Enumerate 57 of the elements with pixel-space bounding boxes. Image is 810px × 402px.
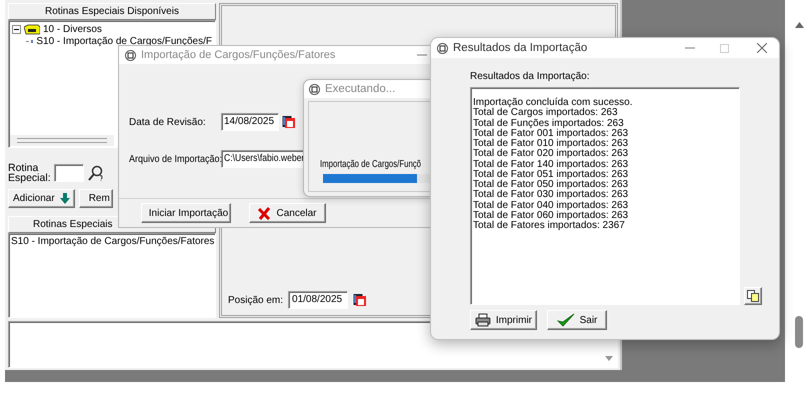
printer-icon xyxy=(475,313,491,327)
result-line: Total de Fator 020 importados: 263 xyxy=(473,149,630,160)
app-icon xyxy=(125,50,136,60)
copy-icon xyxy=(747,290,759,302)
result-line: Total de Fator 040 importados: 263 xyxy=(473,200,630,210)
add-button[interactable]: Adicionar xyxy=(8,189,75,208)
search-icon[interactable] xyxy=(88,165,104,181)
expander-icon[interactable] xyxy=(12,24,21,34)
folder-icon xyxy=(24,24,40,34)
minimize-button[interactable] xyxy=(685,45,695,51)
scroll-down-icon[interactable] xyxy=(605,356,613,361)
progress-message: Importação de Cargos/Funçõ xyxy=(320,159,422,170)
minimize-button[interactable] xyxy=(417,52,427,58)
section-label: Resultados da Importação: xyxy=(470,71,591,82)
result-line: Total de Fator 030 importados: 263 xyxy=(473,190,630,200)
result-line: Importação concluída com sucesso. xyxy=(473,98,634,108)
down-arrow-icon xyxy=(60,193,70,204)
result-line: Total de Fator 060 importados: 263 xyxy=(473,210,630,221)
app-icon xyxy=(437,42,448,54)
scroll-up-icon[interactable] xyxy=(794,22,804,28)
field-label: Rotina Especial: xyxy=(8,163,50,183)
list-item[interactable]: S10 - Importação de Cargos/Funções/Fatores xyxy=(11,236,213,247)
date-field[interactable]: 01/08/2025 xyxy=(288,291,348,309)
window-title: Importação de Cargos/Funções/Fatores xyxy=(141,49,336,61)
window-title: Executando... xyxy=(325,83,396,95)
field-label: Arquivo de Importação: xyxy=(129,154,222,164)
result-line: Total de Fator 050 importados: 263 xyxy=(473,180,630,190)
close-button[interactable] xyxy=(757,43,767,53)
calendar-icon[interactable] xyxy=(282,115,296,129)
cancel-button[interactable]: Cancelar xyxy=(249,203,326,223)
result-line: Total de Fator 140 importados: 263 xyxy=(473,160,630,170)
result-line: Total de Fator 010 importados: 263 xyxy=(473,139,630,149)
print-button[interactable]: Imprimir xyxy=(470,310,537,330)
panel-header: Rotinas Especiais Disponíveis xyxy=(8,3,216,20)
app-icon xyxy=(309,84,320,94)
scrollbar[interactable] xyxy=(10,135,114,146)
field-label: Posição em: xyxy=(228,294,284,306)
result-line: Total de Fatores importados: 2367 xyxy=(473,221,626,232)
copy-button[interactable] xyxy=(744,287,762,305)
tree-item[interactable]: 10 - Diversos xyxy=(43,24,102,34)
remove-button[interactable]: Rem xyxy=(78,189,113,208)
input-field[interactable] xyxy=(54,164,84,182)
tree-item[interactable]: S10 - Importação de Cargos/Funções/F xyxy=(36,36,212,46)
result-line: Total de Funções importados: 263 xyxy=(473,118,625,128)
exit-button[interactable]: Sair xyxy=(547,310,607,330)
check-icon xyxy=(556,313,575,327)
field-label: Data de Revisão: xyxy=(129,116,207,128)
start-button[interactable]: Iniciar Importação xyxy=(141,203,231,223)
cross-icon xyxy=(258,206,272,220)
window-title: Resultados da Importação xyxy=(453,42,588,54)
calendar-icon[interactable] xyxy=(353,293,368,307)
result-line: Total de Cargos importados: 263 xyxy=(473,108,619,118)
file-field[interactable]: C:\Users\fabio.weber xyxy=(221,150,304,168)
date-field[interactable]: 14/08/2025 xyxy=(221,113,279,131)
result-line: Total de Fator 001 importados: 263 xyxy=(473,128,630,139)
result-line: Total de Fator 051 importados: 263 xyxy=(473,170,630,180)
scrollbar-thumb[interactable] xyxy=(795,316,803,348)
